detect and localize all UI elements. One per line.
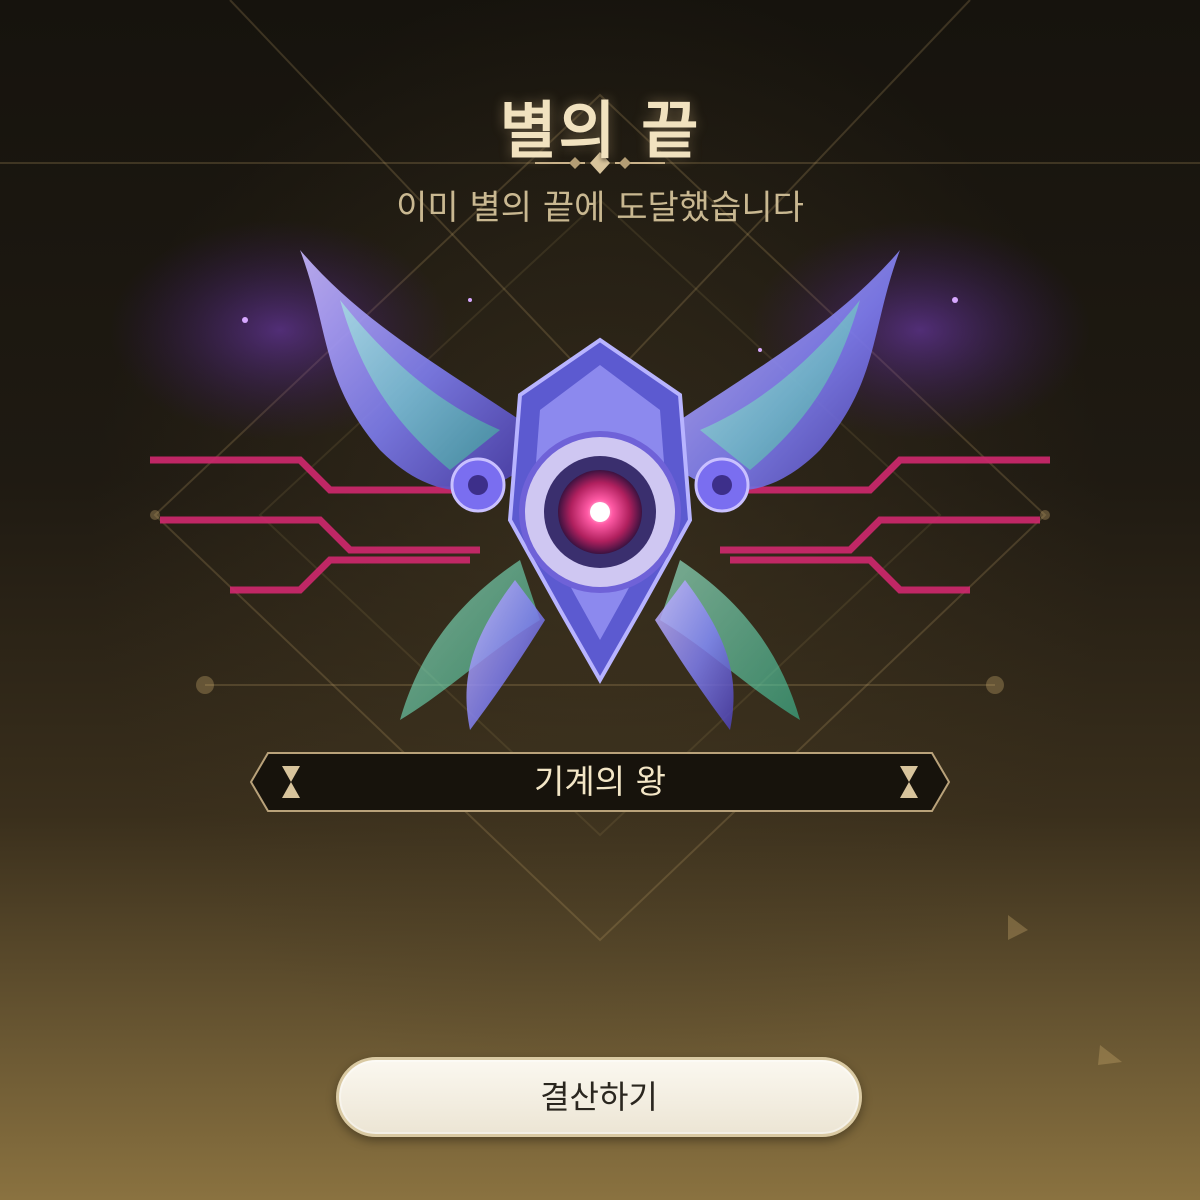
rank-name: 기계의 왕 [534, 762, 666, 801]
rank-banner: 기계의 왕 [250, 752, 950, 812]
mechanical-wing-emblem-icon [110, 220, 1090, 730]
settle-button[interactable]: 결산하기 [336, 1057, 862, 1137]
